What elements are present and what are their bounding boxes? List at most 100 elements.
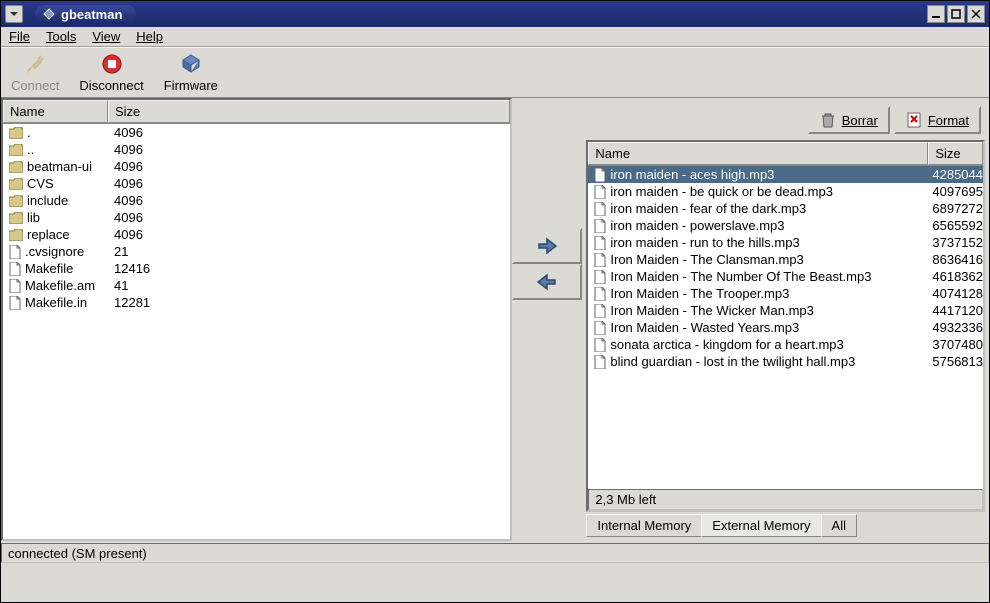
chevron-down-icon <box>9 9 19 19</box>
delete-label: Borrar <box>842 113 878 128</box>
format-button[interactable]: Format <box>894 106 981 134</box>
file-name: . <box>27 125 31 140</box>
list-item[interactable]: Iron Maiden - The Wicker Man.mp34417120 <box>588 302 983 319</box>
list-item[interactable]: Makefile.am 41 <box>3 277 510 294</box>
toolbar: Connect Disconnect Firmware <box>1 47 989 98</box>
list-item[interactable]: blind guardian - lost in the twilight ha… <box>588 353 983 370</box>
file-icon <box>594 304 606 318</box>
file-name: .cvsignore <box>25 244 84 259</box>
file-size: 5756813 <box>928 354 983 369</box>
firmware-button[interactable]: Firmware <box>164 52 218 93</box>
file-icon <box>594 168 606 182</box>
file-name: iron maiden - be quick or be dead.mp3 <box>610 184 833 199</box>
file-icon <box>594 202 606 216</box>
connect-button[interactable]: Connect <box>11 52 59 93</box>
file-name: beatman-ui <box>27 159 92 174</box>
file-name: iron maiden - run to the hills.mp3 <box>610 235 799 250</box>
file-size: 4096 <box>108 193 510 208</box>
format-icon <box>906 112 922 128</box>
file-name: Iron Maiden - Wasted Years.mp3 <box>610 320 799 335</box>
folder-icon <box>9 127 23 139</box>
delete-button[interactable]: Borrar <box>808 106 890 134</box>
list-item[interactable]: Iron Maiden - The Number Of The Beast.mp… <box>588 268 983 285</box>
menu-tools[interactable]: Tools <box>46 29 76 44</box>
file-size: 8636416 <box>928 252 983 267</box>
device-panel: Borrar Format Name Size iron maiden - ac… <box>582 98 989 541</box>
file-icon <box>594 338 606 352</box>
file-name: Makefile.am <box>25 278 95 293</box>
transfer-right-button[interactable] <box>512 228 583 264</box>
format-label: Format <box>928 113 969 128</box>
transfer-panel <box>512 98 583 541</box>
tab-all[interactable]: All <box>821 514 857 537</box>
tab-internal[interactable]: Internal Memory <box>586 514 702 537</box>
list-item[interactable]: CVS4096 <box>3 175 510 192</box>
list-item[interactable]: Iron Maiden - Wasted Years.mp34932336 <box>588 319 983 336</box>
list-item[interactable]: iron maiden - aces high.mp34285044 <box>588 166 983 183</box>
disconnect-label: Disconnect <box>79 78 143 93</box>
file-size: 6565592 <box>928 218 983 233</box>
list-item[interactable]: Iron Maiden - The Trooper.mp3 4074128 <box>588 285 983 302</box>
list-item[interactable]: Makefile12416 <box>3 260 510 277</box>
transfer-left-button[interactable] <box>512 264 583 300</box>
menu-view[interactable]: View <box>92 29 120 44</box>
file-name: Makefile <box>25 261 73 276</box>
local-list-body[interactable]: .4096..4096beatman-ui4096CVS4096include4… <box>3 124 510 539</box>
trash-icon <box>820 112 836 128</box>
file-size: 4074128 <box>928 286 983 301</box>
file-name: replace <box>27 227 70 242</box>
file-size: 3707480 <box>928 337 983 352</box>
list-item[interactable]: .cvsignore21 <box>3 243 510 260</box>
window-menu-button[interactable] <box>5 5 23 23</box>
list-item[interactable]: iron maiden - powerslave.mp36565592 <box>588 217 983 234</box>
list-item[interactable]: iron maiden - be quick or be dead.mp3 409… <box>588 183 983 200</box>
file-size: 41 <box>108 278 510 293</box>
file-icon <box>9 262 21 276</box>
list-item[interactable]: iron maiden - fear of the dark.mp3689727… <box>588 200 983 217</box>
list-item[interactable]: ..4096 <box>3 141 510 158</box>
file-size: 4417120 <box>928 303 983 318</box>
space-left-label: 2,3 Mb left <box>588 489 983 510</box>
device-col-name[interactable]: Name <box>588 142 928 165</box>
menubar: File Tools View Help <box>1 27 989 47</box>
list-item[interactable]: Makefile.in12281 <box>3 294 510 311</box>
folder-icon <box>9 229 23 241</box>
local-file-list: Name Size .4096..4096beatman-ui4096CVS40… <box>1 98 512 541</box>
file-size: 4618362 <box>928 269 983 284</box>
device-col-size[interactable]: Size <box>928 142 983 165</box>
menu-help[interactable]: Help <box>136 29 163 44</box>
local-col-name[interactable]: Name <box>3 100 108 123</box>
list-item[interactable]: beatman-ui4096 <box>3 158 510 175</box>
tab-external[interactable]: External Memory <box>701 514 821 537</box>
file-icon <box>594 236 606 250</box>
menu-file[interactable]: File <box>9 29 30 44</box>
close-button[interactable] <box>967 5 985 23</box>
stop-icon <box>100 52 124 76</box>
folder-icon <box>9 144 23 156</box>
close-icon <box>971 9 981 19</box>
list-item[interactable]: .4096 <box>3 124 510 141</box>
connect-label: Connect <box>11 78 59 93</box>
chip-icon <box>179 52 203 76</box>
maximize-button[interactable] <box>947 5 965 23</box>
list-item[interactable]: replace4096 <box>3 226 510 243</box>
file-size: 3737152 <box>928 235 983 250</box>
window-title: gbeatman <box>61 7 122 22</box>
file-size: 4097695 <box>928 184 983 199</box>
list-item[interactable]: iron maiden - run to the hills.mp3 373715… <box>588 234 983 251</box>
list-item[interactable]: sonata arctica - kingdom for a heart.mp3… <box>588 336 983 353</box>
file-icon <box>594 270 606 284</box>
local-col-size[interactable]: Size <box>108 100 510 123</box>
list-item[interactable]: Iron Maiden - The Clansman.mp38636416 <box>588 251 983 268</box>
disconnect-button[interactable]: Disconnect <box>79 52 143 93</box>
file-icon <box>9 279 21 293</box>
app-icon <box>43 8 55 20</box>
file-name: iron maiden - aces high.mp3 <box>610 167 774 182</box>
minimize-button[interactable] <box>927 5 945 23</box>
file-name: Iron Maiden - The Trooper.mp3 <box>610 286 789 301</box>
list-item[interactable]: include4096 <box>3 192 510 209</box>
device-list-body[interactable]: iron maiden - aces high.mp34285044iron m… <box>588 166 983 489</box>
file-name: iron maiden - fear of the dark.mp3 <box>610 201 806 216</box>
list-item[interactable]: lib4096 <box>3 209 510 226</box>
file-name: Iron Maiden - The Number Of The Beast.mp… <box>610 269 871 284</box>
